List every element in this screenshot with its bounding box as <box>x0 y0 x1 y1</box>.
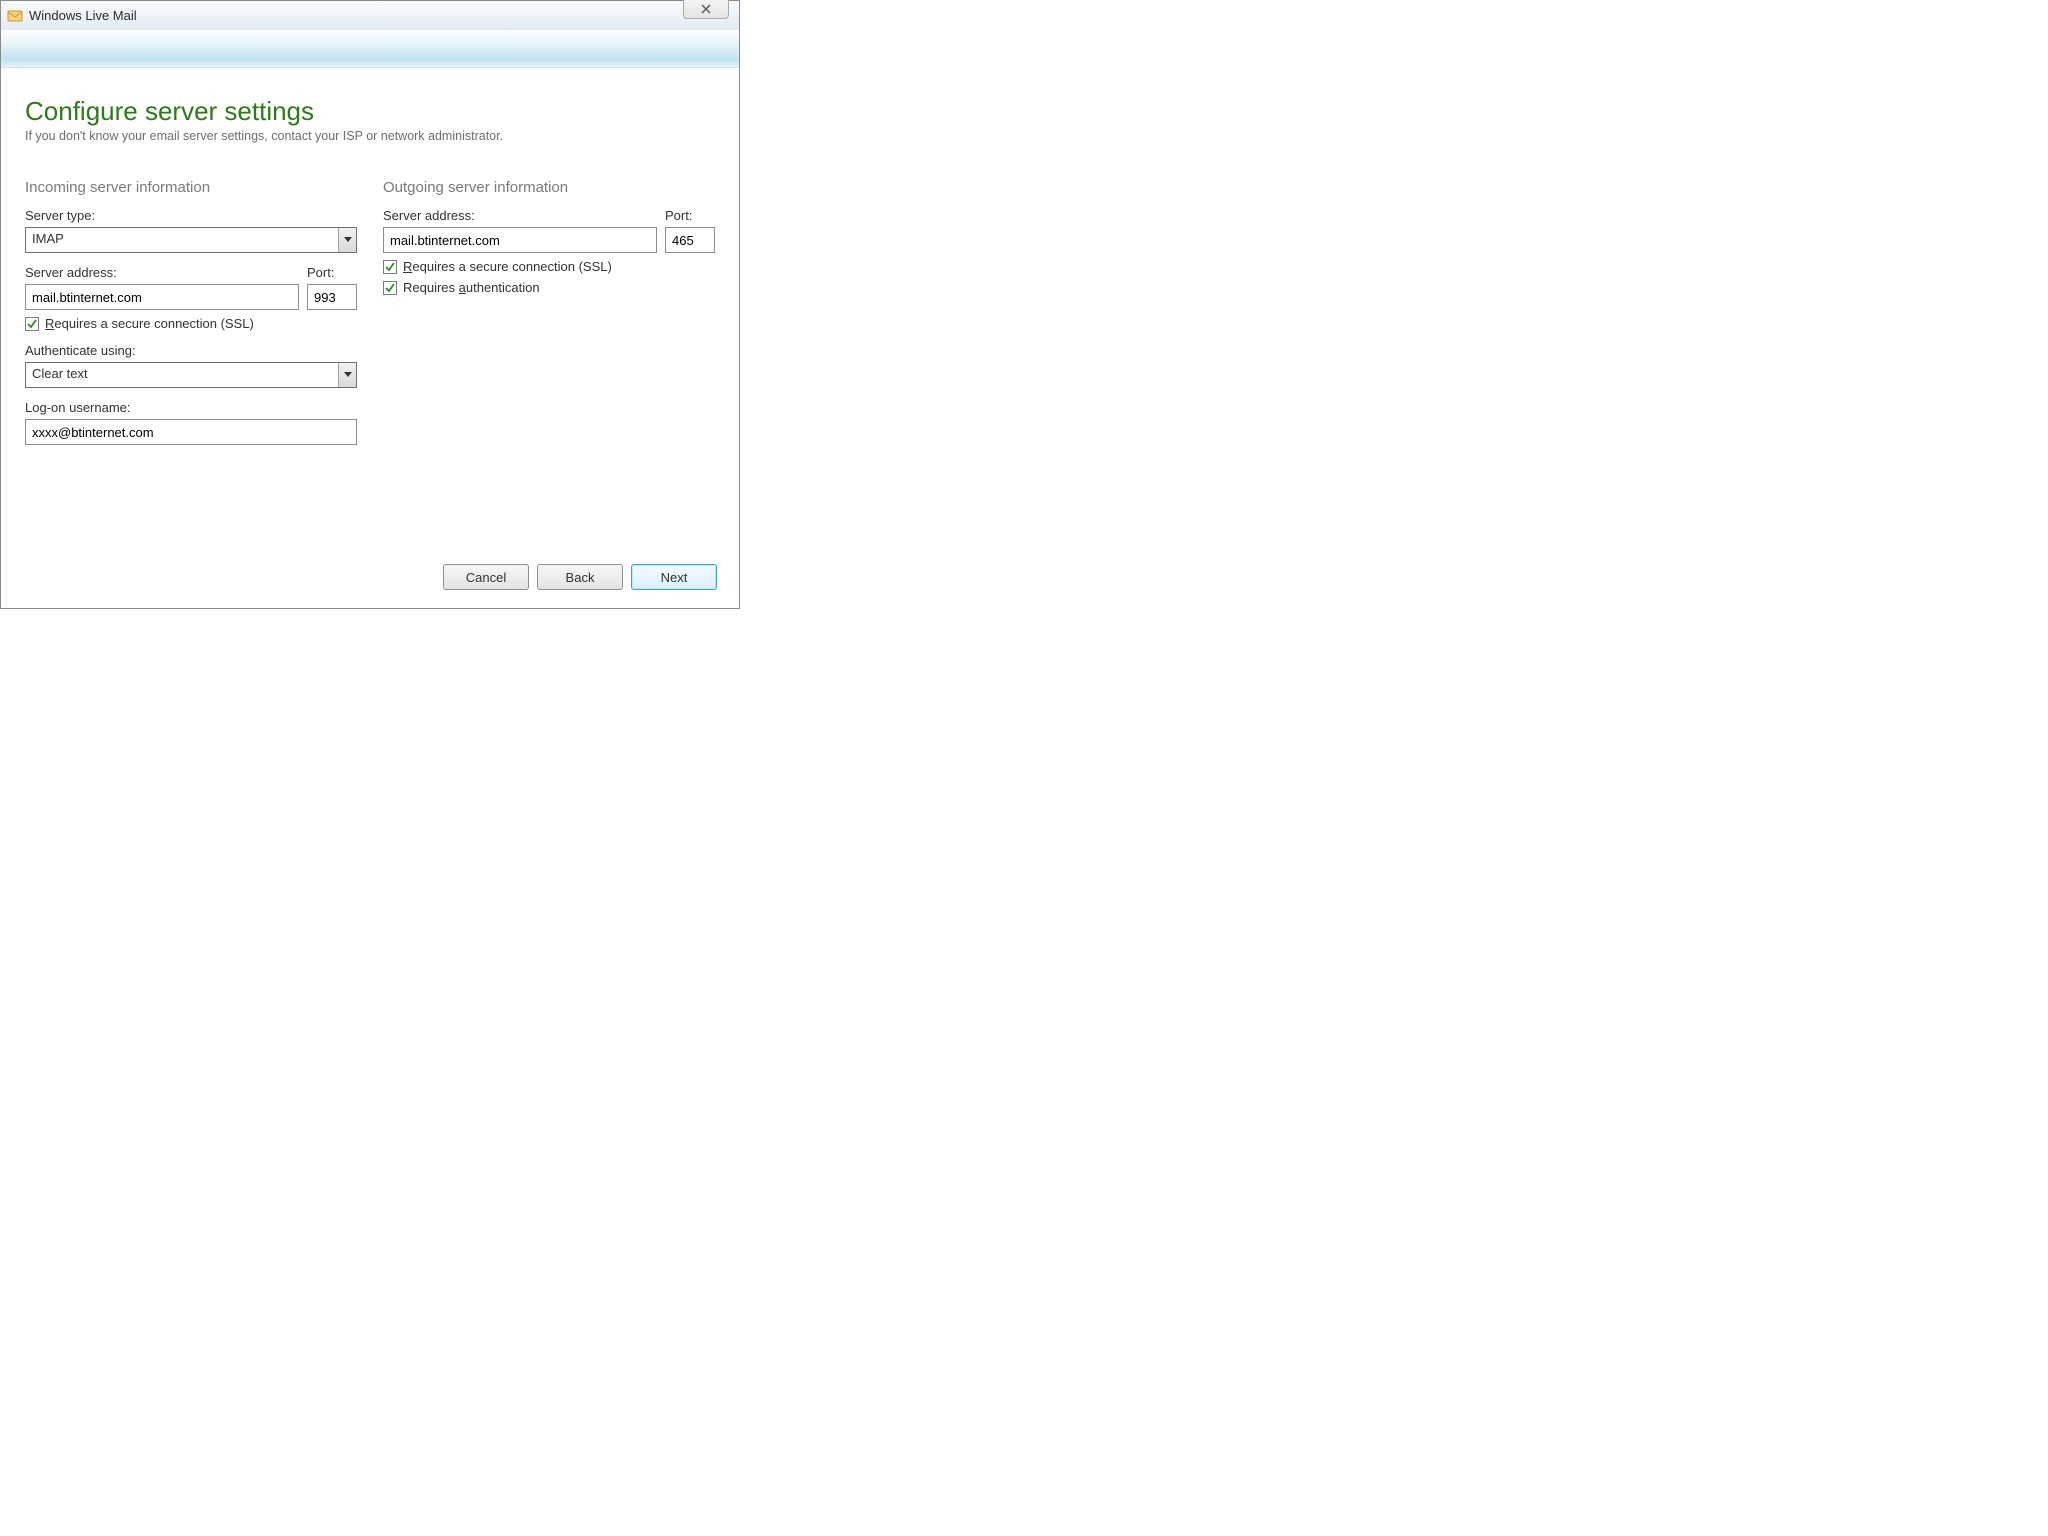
outgoing-ssl-checkbox[interactable] <box>383 260 397 274</box>
window-title: Windows Live Mail <box>29 8 137 23</box>
logon-username-label: Log-on username: <box>25 400 357 415</box>
incoming-section: Incoming server information Server type:… <box>25 179 357 457</box>
dropdown-button[interactable] <box>338 363 356 387</box>
authenticate-using-label: Authenticate using: <box>25 343 357 358</box>
incoming-section-heading: Incoming server information <box>25 179 357 196</box>
incoming-server-address-label: Server address: <box>25 265 299 280</box>
logon-username-input[interactable] <box>25 419 357 445</box>
header-banner <box>1 30 739 68</box>
outgoing-port-input[interactable] <box>665 227 715 253</box>
back-button[interactable]: Back <box>537 564 623 590</box>
footer-buttons: Cancel Back Next <box>443 564 717 590</box>
chevron-down-icon <box>344 237 352 243</box>
incoming-ssl-checkbox[interactable] <box>25 317 39 331</box>
titlebar: Windows Live Mail <box>1 0 739 30</box>
check-icon <box>385 262 395 272</box>
outgoing-ssl-label: Requires a secure connection (SSL) <box>403 259 612 274</box>
outgoing-port-label: Port: <box>665 208 715 223</box>
outgoing-auth-checkbox[interactable] <box>383 281 397 295</box>
dropdown-button[interactable] <box>338 228 356 252</box>
outgoing-server-address-label: Server address: <box>383 208 657 223</box>
server-type-label: Server type: <box>25 208 357 223</box>
cancel-button[interactable]: Cancel <box>443 564 529 590</box>
app-icon <box>7 8 23 24</box>
close-button[interactable] <box>683 0 729 19</box>
check-icon <box>385 283 395 293</box>
content-area: Configure server settings If you don't k… <box>1 68 739 608</box>
page-subtitle: If you don't know your email server sett… <box>25 129 715 143</box>
page-title: Configure server settings <box>25 96 715 127</box>
server-type-select[interactable]: IMAP <box>25 227 357 253</box>
outgoing-section-heading: Outgoing server information <box>383 179 715 196</box>
incoming-ssl-label: Requires a secure connection (SSL) <box>45 316 254 331</box>
check-icon <box>27 319 37 329</box>
server-type-value: IMAP <box>26 228 338 252</box>
outgoing-server-address-input[interactable] <box>383 227 657 253</box>
close-icon <box>700 4 712 14</box>
outgoing-section: Outgoing server information Server addre… <box>383 179 715 457</box>
authenticate-using-select[interactable]: Clear text <box>25 362 357 388</box>
chevron-down-icon <box>344 372 352 378</box>
outgoing-auth-label: Requires authentication <box>403 280 540 295</box>
incoming-server-address-input[interactable] <box>25 284 299 310</box>
incoming-port-label: Port: <box>307 265 357 280</box>
incoming-port-input[interactable] <box>307 284 357 310</box>
authenticate-using-value: Clear text <box>26 363 338 387</box>
next-button[interactable]: Next <box>631 564 717 590</box>
dialog-window: Windows Live Mail Configure server setti… <box>0 0 740 609</box>
